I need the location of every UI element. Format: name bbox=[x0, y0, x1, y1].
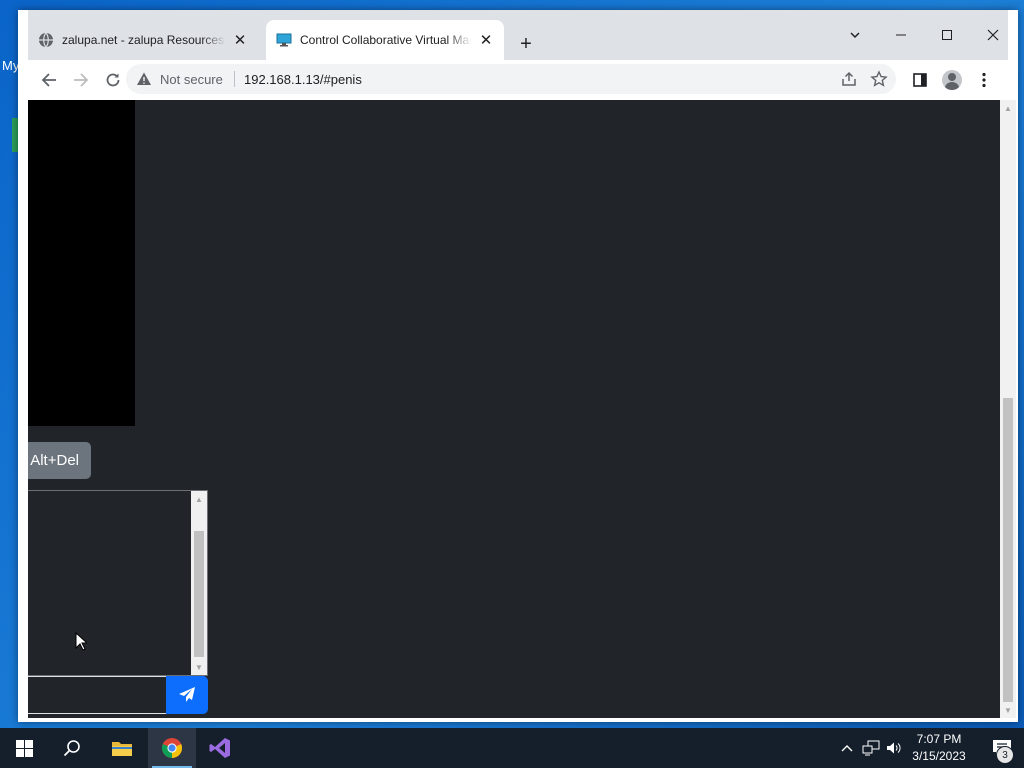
chat-scrollbar[interactable]: ▲ ▼ bbox=[191, 491, 207, 675]
scroll-up-icon[interactable]: ▲ bbox=[191, 491, 207, 507]
chat-message-input[interactable] bbox=[28, 676, 167, 714]
reload-button[interactable] bbox=[99, 66, 127, 94]
scroll-up-icon[interactable]: ▲ bbox=[1000, 100, 1016, 116]
search-button[interactable] bbox=[48, 728, 96, 768]
reload-icon bbox=[106, 73, 120, 87]
scrollbar-thumb[interactable] bbox=[1003, 398, 1013, 702]
network-icon bbox=[862, 740, 880, 756]
network-button[interactable] bbox=[860, 728, 882, 768]
forward-button[interactable] bbox=[67, 66, 95, 94]
omnibox-divider bbox=[234, 71, 235, 87]
minimize-icon bbox=[896, 34, 906, 36]
monitor-icon bbox=[276, 33, 292, 47]
star-icon[interactable] bbox=[870, 70, 888, 88]
chevron-up-icon bbox=[841, 745, 853, 752]
kebab-menu-icon bbox=[982, 72, 986, 88]
minimize-button[interactable] bbox=[878, 20, 924, 50]
side-panel-icon bbox=[913, 73, 927, 87]
tab-close-icon[interactable]: ✕ bbox=[478, 32, 494, 49]
show-hidden-icons-button[interactable] bbox=[838, 728, 856, 768]
address-bar[interactable]: Not secure 192.168.1.13/#penis bbox=[126, 64, 896, 94]
clock[interactable]: 7:07 PM 3/15/2023 bbox=[900, 731, 978, 765]
clock-time: 7:07 PM bbox=[916, 732, 962, 746]
profile-button[interactable] bbox=[938, 66, 966, 94]
desktop-icon-label: My bbox=[2, 58, 20, 73]
back-button[interactable] bbox=[35, 66, 63, 94]
visual-studio-button[interactable] bbox=[196, 728, 244, 768]
mouse-cursor-icon bbox=[75, 632, 87, 651]
arrow-right-icon bbox=[74, 73, 89, 87]
side-panel-button[interactable] bbox=[906, 66, 934, 94]
tab-control-vm[interactable]: Control Collaborative Virtual Machine ✕ bbox=[266, 20, 504, 60]
tab-zalupa[interactable]: zalupa.net - zalupa Resources and ✕ bbox=[28, 20, 258, 60]
avatar bbox=[942, 70, 962, 90]
scrollbar-thumb[interactable] bbox=[194, 531, 204, 657]
maximize-icon bbox=[942, 30, 952, 40]
tab-strip: zalupa.net - zalupa Resources and ✕ Cont… bbox=[18, 10, 1008, 60]
file-explorer-icon bbox=[112, 742, 132, 756]
browser-toolbar: Not secure 192.168.1.13/#penis bbox=[18, 60, 1008, 100]
menu-button[interactable] bbox=[970, 66, 998, 94]
url-text[interactable]: 192.168.1.13/#penis bbox=[244, 72, 362, 87]
action-center-button[interactable]: 3 bbox=[980, 728, 1024, 768]
page-content: Alt+Del ▲ ▼ bbox=[28, 100, 1000, 718]
globe-icon bbox=[39, 32, 53, 48]
search-icon bbox=[63, 740, 80, 757]
ctrl-alt-del-button[interactable]: Alt+Del bbox=[28, 442, 91, 479]
clock-date: 3/15/2023 bbox=[912, 749, 966, 763]
send-button[interactable] bbox=[166, 676, 208, 714]
scroll-down-icon[interactable]: ▼ bbox=[1000, 702, 1016, 718]
scroll-down-icon[interactable]: ▼ bbox=[191, 659, 207, 675]
tab-close-icon[interactable]: ✕ bbox=[232, 32, 248, 49]
chrome-icon bbox=[161, 738, 183, 759]
taskbar: 7:07 PM 3/15/2023 3 bbox=[0, 728, 1024, 768]
new-tab-button[interactable]: + bbox=[514, 32, 538, 56]
arrow-left-icon bbox=[41, 73, 56, 87]
close-window-button[interactable] bbox=[970, 20, 1016, 50]
share-icon[interactable] bbox=[840, 70, 858, 88]
vm-display[interactable] bbox=[28, 100, 135, 426]
chevron-down-icon bbox=[850, 32, 860, 39]
tab-title: Control Collaborative Virtual Machine bbox=[300, 33, 472, 47]
chrome-taskbar-button[interactable] bbox=[148, 728, 196, 768]
page-scrollbar[interactable]: ▲ ▼ bbox=[1000, 100, 1016, 718]
close-icon bbox=[987, 29, 999, 41]
chat-log[interactable]: ▲ ▼ bbox=[28, 490, 208, 676]
tab-title: zalupa.net - zalupa Resources and bbox=[62, 33, 226, 47]
security-label[interactable]: Not secure bbox=[160, 72, 223, 87]
start-button[interactable] bbox=[0, 728, 48, 768]
notification-count-badge: 3 bbox=[996, 746, 1014, 764]
maximize-button[interactable] bbox=[924, 20, 970, 50]
window-border bbox=[18, 10, 28, 722]
visual-studio-icon bbox=[209, 738, 230, 758]
windows-start-icon bbox=[15, 739, 33, 757]
warning-icon[interactable] bbox=[136, 71, 152, 87]
tab-search-button[interactable] bbox=[832, 20, 878, 50]
paper-plane-icon bbox=[179, 687, 195, 702]
file-explorer-button[interactable] bbox=[98, 728, 146, 768]
